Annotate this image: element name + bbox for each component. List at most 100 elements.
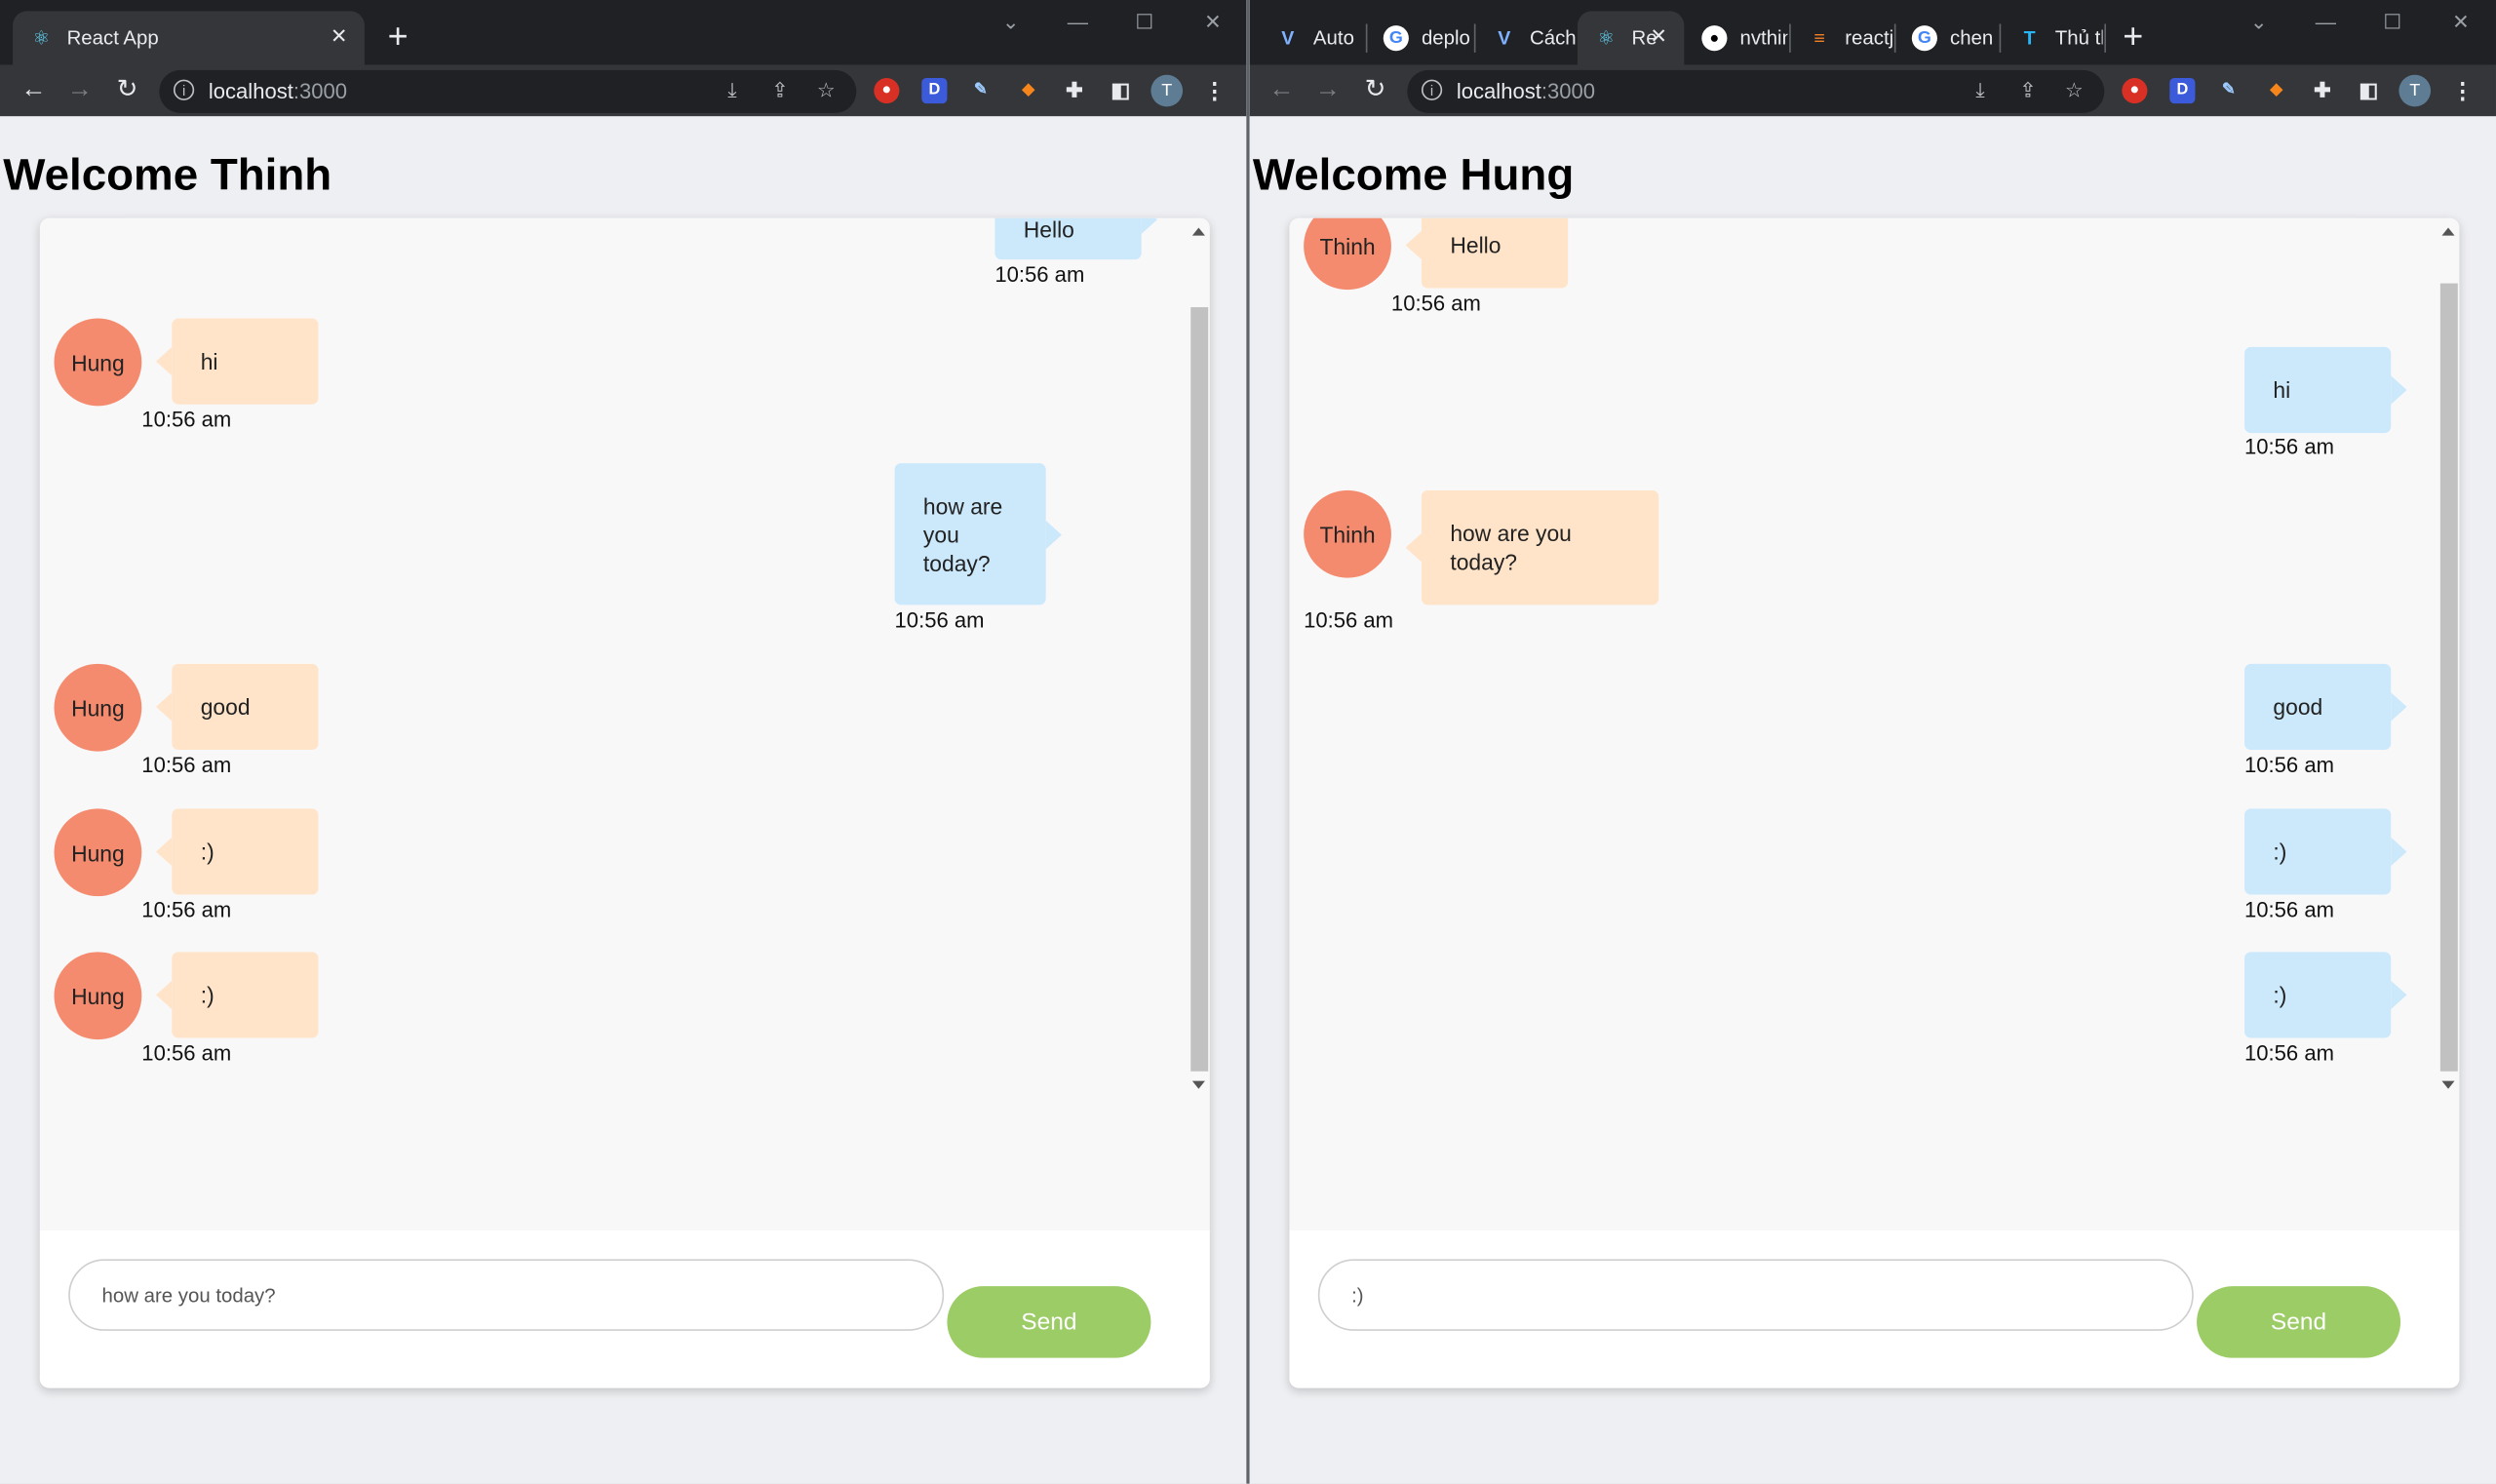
tab-strip: V Auto G deplo V Cách ⚛ Re ✕ ● nvthin xyxy=(1249,0,2496,65)
tab-search-icon[interactable]: ⌄ xyxy=(2242,10,2277,38)
google-icon: G xyxy=(1911,25,1937,52)
composer: how are you today? Send xyxy=(39,1230,1210,1388)
url-text: localhost:3000 xyxy=(208,79,348,104)
message-bubble: good xyxy=(155,663,319,750)
tab-auto[interactable]: V Auto xyxy=(1259,11,1364,65)
share-icon[interactable]: ⇪ xyxy=(767,78,793,103)
scrollbar-thumb[interactable] xyxy=(1190,307,1209,1072)
vuetify-icon: V xyxy=(1498,26,1511,50)
message-bubble: how are you today? xyxy=(1405,489,1659,605)
close-tab-icon[interactable]: ✕ xyxy=(1646,23,1671,49)
tab-github[interactable]: ● nvthin xyxy=(1686,11,1787,65)
extensions-puzzle-icon[interactable]: ✚ xyxy=(1062,78,1087,103)
tab-thu-thuat[interactable]: T Thủ th xyxy=(2001,11,2103,65)
send-button[interactable]: Send xyxy=(2197,1286,2401,1358)
d-extension-icon[interactable]: D xyxy=(921,77,948,104)
pen-extension-icon[interactable]: ✎ xyxy=(2216,78,2242,103)
tab-cach[interactable]: V Cách xyxy=(1475,11,1577,65)
forward-icon[interactable]: → xyxy=(1310,73,1346,108)
message-time: 10:56 am xyxy=(141,753,232,777)
close-window-icon[interactable]: ✕ xyxy=(1195,10,1230,38)
chat-card: Hello 10:56 am Hung hi 10:56 am how are … xyxy=(39,217,1210,1388)
tab-react-app[interactable]: ⚛ React App ✕ xyxy=(13,11,365,65)
pen-extension-icon[interactable]: ✎ xyxy=(968,78,994,103)
github-icon: ● xyxy=(1701,25,1728,52)
message-time: 10:56 am xyxy=(2244,897,2334,922)
maximize-icon[interactable]: ☐ xyxy=(1127,10,1162,38)
message-time: 10:56 am xyxy=(2244,1040,2334,1066)
tab-strip: ⚛ React App ✕ + ⌄ — ☐ ✕ xyxy=(0,0,1247,65)
new-tab-button[interactable]: + xyxy=(2114,19,2152,58)
profile-avatar[interactable]: T xyxy=(1150,74,1184,107)
reload-icon[interactable]: ↻ xyxy=(1358,73,1393,108)
scrollbar[interactable] xyxy=(1190,224,1209,1092)
close-window-icon[interactable]: ✕ xyxy=(2443,10,2478,38)
minimize-icon[interactable]: — xyxy=(1060,10,1095,38)
back-icon[interactable]: ← xyxy=(1264,73,1299,108)
message-bubble: good xyxy=(2244,663,2407,750)
bookmark-star-icon[interactable]: ☆ xyxy=(813,78,838,103)
scroll-up-arrow-icon[interactable] xyxy=(1191,227,1205,236)
tab-react-app[interactable]: ⚛ Re ✕ xyxy=(1577,11,1685,65)
metamask-fox-icon[interactable]: ◆ xyxy=(2264,78,2289,103)
reload-icon[interactable]: ↻ xyxy=(110,73,145,108)
adblock-extension-icon[interactable]: ● xyxy=(2122,77,2148,104)
menu-kebab-icon[interactable]: ⋮ xyxy=(1202,78,1228,103)
side-panel-icon[interactable]: ◧ xyxy=(2356,78,2381,103)
bookmark-star-icon[interactable]: ☆ xyxy=(2061,78,2086,103)
page-title: Welcome Thinh xyxy=(3,149,332,200)
share-icon[interactable]: ⇪ xyxy=(2015,78,2041,103)
message-input[interactable]: :) xyxy=(1317,1259,2194,1331)
site-info-icon[interactable]: i xyxy=(173,79,195,100)
forward-icon[interactable]: → xyxy=(62,73,98,108)
tab-search-icon[interactable]: ⌄ xyxy=(994,10,1029,38)
new-tab-button[interactable]: + xyxy=(379,19,417,58)
message-bubble: :) xyxy=(155,808,319,895)
side-panel-icon[interactable]: ◧ xyxy=(1108,78,1133,103)
avatar: Hung xyxy=(54,808,142,897)
back-icon[interactable]: ← xyxy=(16,73,51,108)
browser-toolbar: ← → ↻ i localhost:3000 ⤓ ⇪ ☆ ● D ✎ ◆ ✚ ◧… xyxy=(1249,64,2496,117)
scroll-down-arrow-icon[interactable] xyxy=(1191,1080,1205,1089)
adblock-extension-icon[interactable]: ● xyxy=(874,77,900,104)
tab-stackoverflow[interactable]: ≡ reactj xyxy=(1791,11,1892,65)
react-icon: ⚛ xyxy=(32,26,51,50)
maximize-icon[interactable]: ☐ xyxy=(2375,10,2410,38)
extensions-puzzle-icon[interactable]: ✚ xyxy=(2310,78,2335,103)
message-time: 10:56 am xyxy=(2244,434,2334,459)
message-time: 10:56 am xyxy=(1390,291,1481,316)
message-time: 10:56 am xyxy=(994,262,1085,287)
scrollbar-thumb[interactable] xyxy=(2439,283,2458,1072)
address-bar[interactable]: i localhost:3000 ⤓ ⇪ ☆ xyxy=(159,69,857,113)
tab-deploy[interactable]: G deplo xyxy=(1367,11,1472,65)
close-tab-icon[interactable]: ✕ xyxy=(327,23,352,49)
message-bubble: Hello xyxy=(1405,217,1569,289)
install-icon[interactable]: ⤓ xyxy=(720,78,745,103)
site-info-icon[interactable]: i xyxy=(1421,79,1443,100)
site-icon: T xyxy=(2023,26,2036,50)
message-time: 10:56 am xyxy=(1304,607,1394,633)
message-time: 10:56 am xyxy=(894,607,985,633)
profile-avatar[interactable]: T xyxy=(2398,74,2432,107)
address-bar[interactable]: i localhost:3000 ⤓ ⇪ ☆ xyxy=(1407,69,2105,113)
tab-chen[interactable]: G chen xyxy=(1895,11,1997,65)
install-icon[interactable]: ⤓ xyxy=(1968,78,1993,103)
scroll-up-arrow-icon[interactable] xyxy=(2441,227,2455,236)
minimize-icon[interactable]: — xyxy=(2308,10,2343,38)
message-bubble: :) xyxy=(155,952,319,1038)
message-bubble: :) xyxy=(2244,808,2407,895)
scrollbar[interactable] xyxy=(2438,224,2458,1092)
d-extension-icon[interactable]: D xyxy=(2169,77,2196,104)
scroll-down-arrow-icon[interactable] xyxy=(2441,1080,2455,1089)
metamask-fox-icon[interactable]: ◆ xyxy=(1016,78,1041,103)
react-icon: ⚛ xyxy=(1597,26,1616,50)
message-bubble: Hello xyxy=(994,217,1157,260)
message-bubble: hi xyxy=(155,318,319,405)
menu-kebab-icon[interactable]: ⋮ xyxy=(2450,78,2476,103)
message-input[interactable]: how are you today? xyxy=(68,1259,945,1331)
avatar: Thinh xyxy=(1304,217,1391,291)
page-title: Welcome Hung xyxy=(1252,149,1575,200)
message-list: Thinh Hello 10:56 am hi 10:56 am Thinh h… xyxy=(1289,217,2436,1094)
google-icon: G xyxy=(1383,25,1409,52)
send-button[interactable]: Send xyxy=(947,1286,1151,1358)
